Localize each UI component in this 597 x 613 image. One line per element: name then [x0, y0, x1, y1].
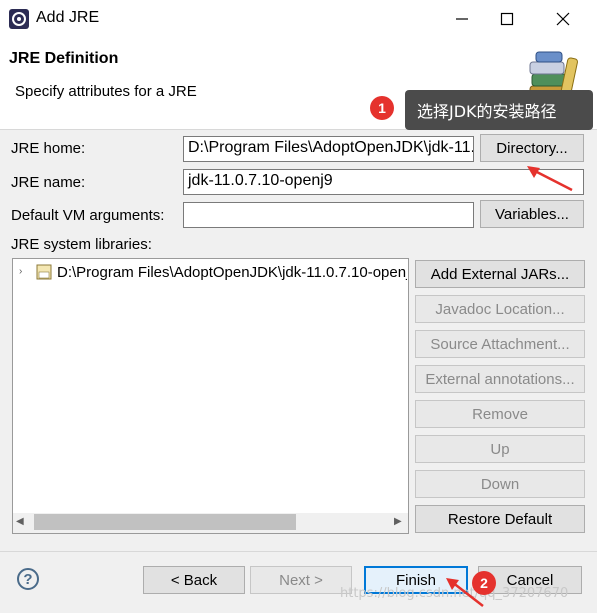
- step-badge-2: 2: [472, 571, 496, 595]
- annotation-tooltip: 选择JDK的安装路径: [405, 90, 593, 130]
- step-badge-1: 1: [370, 96, 394, 120]
